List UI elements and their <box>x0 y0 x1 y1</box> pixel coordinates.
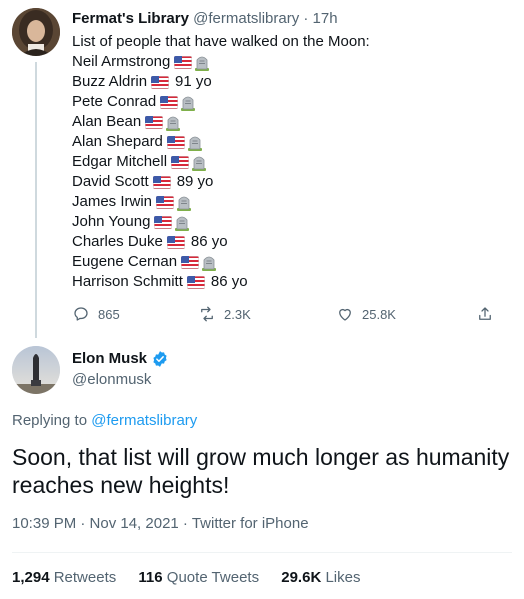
reply-author-handle[interactable]: @elonmusk <box>72 370 151 390</box>
heart-icon <box>339 308 351 321</box>
astronaut-name: Neil Armstrong <box>72 53 171 70</box>
us-flag-icon <box>166 135 185 149</box>
astronaut-name: David Scott <box>72 173 149 190</box>
us-flag-icon <box>156 195 175 209</box>
reply-count: 865 <box>98 306 120 322</box>
portrait-image <box>12 8 60 56</box>
astronaut-row: Harrison Schmitt 86 yo <box>72 272 248 292</box>
astronaut-row: John Young <box>72 212 190 232</box>
retweets-stat-count: 1,294 <box>12 569 50 586</box>
parent-tweet-header: Fermat's Library @fermatslibrary · 17h <box>72 10 338 28</box>
starship-image <box>12 346 60 394</box>
parent-tweet-intro: List of people that have walked on the M… <box>72 33 370 50</box>
reply-timestamp[interactable]: 10:39 PM · Nov 14, 2021 · Twitter for iP… <box>12 514 309 534</box>
retweets-stat-label: Retweets <box>53 569 117 586</box>
astronaut-age: 86 yo <box>190 233 228 250</box>
astronaut-name: Buzz Aldrin <box>72 73 148 90</box>
astronaut-row: Buzz Aldrin 91 yo <box>72 72 212 92</box>
astronaut-name: Eugene Cernan <box>72 253 178 270</box>
share-icon <box>479 307 491 320</box>
us-flag-icon <box>174 55 193 69</box>
replying-to-handle-link[interactable]: @fermatslibrary <box>91 412 197 429</box>
astronaut-name: Charles Duke <box>72 233 163 250</box>
quote-tweets-stat[interactable]: 116 Quote Tweets <box>138 569 281 586</box>
retweet-button[interactable]: 2.3K <box>198 302 251 326</box>
retweet-count: 2.3K <box>224 306 251 322</box>
reply-button[interactable]: 865 <box>72 302 120 326</box>
astronaut-age: 86 yo <box>210 273 248 290</box>
engagement-stats: 1,294 Retweets 116 Quote Tweets 29.6K Li… <box>12 568 378 588</box>
astronaut-name: James Irwin <box>72 193 153 210</box>
headstone-icon <box>180 94 196 111</box>
headstone-icon <box>165 114 181 131</box>
likes-stat[interactable]: 29.6K Likes <box>281 569 378 586</box>
us-flag-icon <box>181 255 200 269</box>
astronaut-row: James Irwin <box>72 192 192 212</box>
us-flag-icon <box>151 75 170 89</box>
astronaut-name: Alan Shepard <box>72 133 163 150</box>
parent-tweet-actions: 865 2.3K 25.8K <box>72 302 512 326</box>
us-flag-icon <box>152 175 171 189</box>
astronaut-name: Alan Bean <box>72 113 142 130</box>
astronaut-name: John Young <box>72 213 151 230</box>
share-button[interactable] <box>476 302 494 326</box>
like-button[interactable]: 25.8K <box>336 302 396 326</box>
parent-author-name[interactable]: Fermat's Library <box>72 10 189 27</box>
astronaut-row: Pete Conrad <box>72 92 196 112</box>
parent-author-handle[interactable]: @fermatslibrary <box>193 10 299 27</box>
astronaut-row: Charles Duke 86 yo <box>72 232 228 252</box>
headstone-icon <box>174 214 190 231</box>
retweet-icon <box>201 306 213 322</box>
us-flag-icon <box>186 275 205 289</box>
like-count: 25.8K <box>362 306 396 322</box>
astronaut-name: Pete Conrad <box>72 93 157 110</box>
us-flag-icon <box>171 155 190 169</box>
parent-tweet-time[interactable]: 17h <box>313 10 338 27</box>
quote-tweets-stat-label: Quote Tweets <box>166 569 260 586</box>
headstone-icon <box>176 194 192 211</box>
headstone-icon <box>187 134 203 151</box>
astronaut-name: Harrison Schmitt <box>72 273 183 290</box>
headstone-icon <box>191 154 207 171</box>
astronaut-row: Neil Armstrong <box>72 52 210 72</box>
astronaut-row: David Scott 89 yo <box>72 172 213 192</box>
header-separator: · <box>303 10 309 27</box>
astronaut-row: Alan Bean <box>72 112 181 132</box>
astronaut-name: Edgar Mitchell <box>72 153 168 170</box>
replying-to-line: Replying to @fermatslibrary <box>12 411 197 431</box>
fermats-library-avatar[interactable] <box>12 8 60 56</box>
likes-stat-count: 29.6K <box>281 569 322 586</box>
stats-top-divider <box>12 552 512 553</box>
elon-musk-avatar[interactable] <box>12 346 60 394</box>
reply-author-name[interactable]: Elon Musk <box>72 349 147 369</box>
us-flag-icon <box>145 115 164 129</box>
thread-connector-line <box>35 62 37 338</box>
astronaut-row: Edgar Mitchell <box>72 152 207 172</box>
astronaut-row: Alan Shepard <box>72 132 203 152</box>
astronaut-age: 91 yo <box>175 73 212 90</box>
astronaut-row: Eugene Cernan <box>72 252 217 272</box>
us-flag-icon <box>166 235 185 249</box>
headstone-icon <box>201 254 217 271</box>
us-flag-icon <box>154 215 173 229</box>
quote-tweets-stat-count: 116 <box>138 569 163 586</box>
reply-icon <box>74 307 88 321</box>
replying-to-prefix: Replying to <box>12 412 88 429</box>
us-flag-icon <box>160 95 179 109</box>
reply-tweet-text: Soon, that list will grow much longer as… <box>12 444 510 498</box>
reply-author-row: Elon Musk <box>72 349 169 369</box>
likes-stat-label: Likes <box>325 569 361 586</box>
astronaut-age: 89 yo <box>176 173 214 190</box>
verified-badge-icon <box>153 351 167 367</box>
headstone-icon <box>194 54 210 71</box>
retweets-stat[interactable]: 1,294 Retweets <box>12 569 138 586</box>
